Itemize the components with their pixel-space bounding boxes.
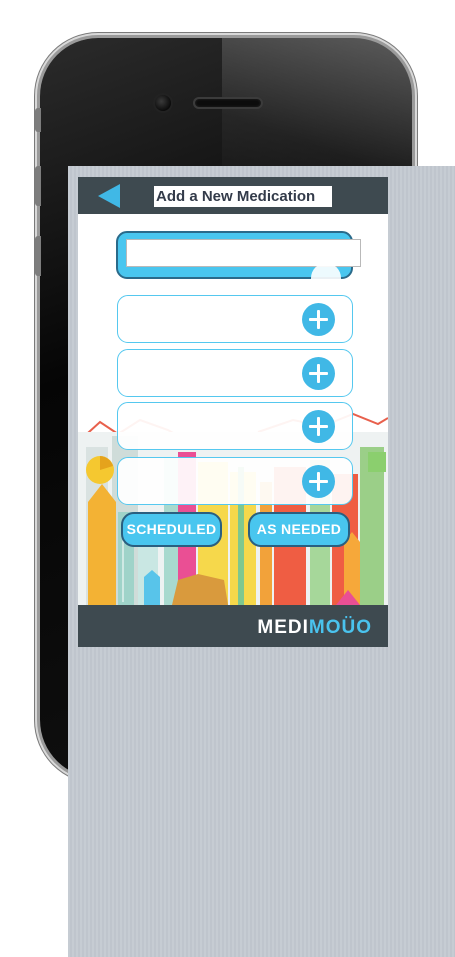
- frequency-field[interactable]: [117, 349, 353, 397]
- brand-logo-part2: MOÜO: [308, 617, 372, 638]
- notes-field[interactable]: [117, 457, 353, 505]
- front-camera-icon: [155, 95, 171, 111]
- as-needed-button[interactable]: AS NEEDED: [248, 512, 350, 547]
- footer-bar: MEDIMOÜO: [78, 605, 388, 647]
- volume-down-button: [35, 236, 41, 276]
- plus-circle-icon[interactable]: [302, 357, 335, 390]
- mute-switch: [35, 108, 41, 132]
- scheduled-button[interactable]: SCHEDULED: [121, 512, 222, 547]
- time-field[interactable]: [117, 402, 353, 450]
- brand-logo-part1: MEDI: [257, 617, 309, 638]
- brand-logo: MEDIMOÜO: [257, 617, 372, 639]
- plus-circle-icon[interactable]: [302, 410, 335, 443]
- volume-up-button: [35, 166, 41, 206]
- plus-circle-icon[interactable]: [302, 465, 335, 498]
- top-bar: Add a New Medication: [78, 177, 388, 214]
- back-arrow-icon[interactable]: [98, 184, 120, 208]
- plus-circle-icon[interactable]: [302, 303, 335, 336]
- dosage-field[interactable]: [117, 295, 353, 343]
- page-title: Add a New Medication: [154, 186, 332, 207]
- earpiece-speaker: [193, 97, 263, 109]
- medication-name-field: [116, 231, 361, 279]
- app-screen: Add a New Medication SCHEDULED AS NEEDED…: [78, 177, 388, 647]
